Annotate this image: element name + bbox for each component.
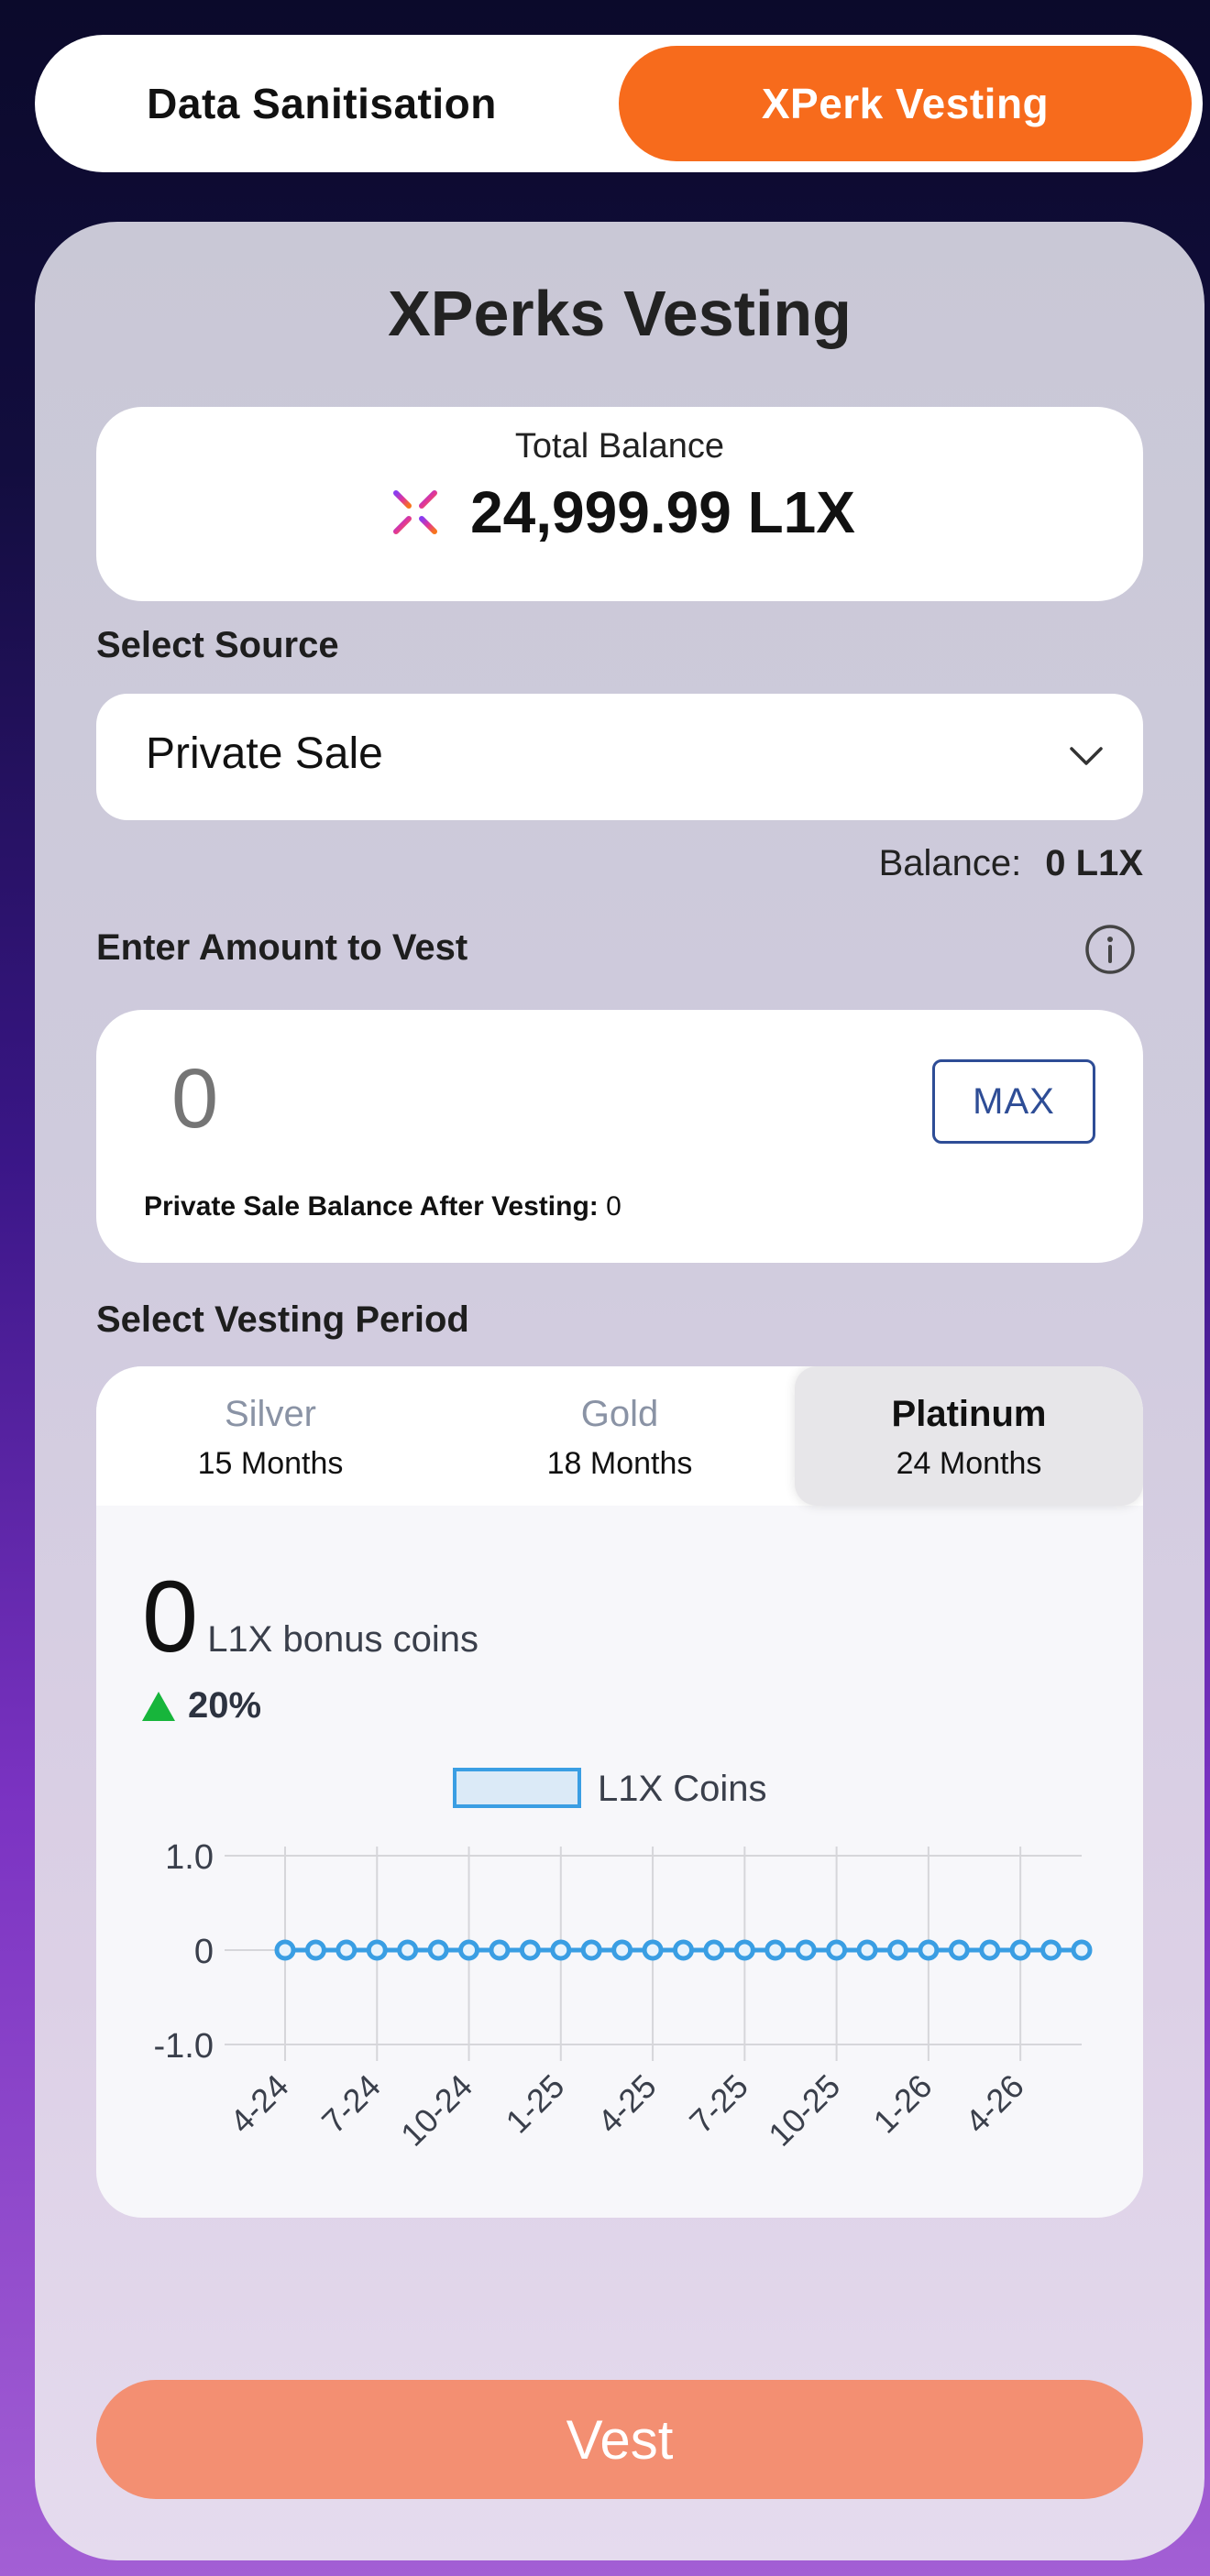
data-point (427, 1939, 449, 1961)
data-point (733, 1939, 755, 1961)
data-point (948, 1939, 970, 1961)
source-select[interactable]: Private Sale (96, 694, 1143, 820)
data-point (611, 1939, 633, 1961)
data-point (550, 1939, 572, 1961)
data-point (1009, 1939, 1031, 1961)
max-button[interactable]: MAX (932, 1059, 1095, 1144)
data-point (795, 1939, 817, 1961)
data-point (366, 1939, 388, 1961)
legend-label: L1X Coins (598, 1769, 767, 1809)
x-tick-label: 4-25 (590, 2067, 664, 2141)
data-point (1071, 1939, 1093, 1961)
x-tick-label: 7-24 (314, 2067, 388, 2141)
source-select-value: Private Sale (146, 729, 383, 778)
x-tick-label: 1-26 (866, 2067, 940, 2141)
data-point (580, 1939, 602, 1961)
y-tick-label: 0 (194, 1933, 214, 1971)
chevron-down-icon (1070, 747, 1103, 765)
enter-amount-label: Enter Amount to Vest (96, 927, 468, 968)
data-point (1040, 1939, 1062, 1961)
data-point (673, 1939, 694, 1961)
vest-button[interactable]: Vest (96, 2380, 1143, 2499)
select-source-label: Select Source (96, 625, 339, 665)
info-icon[interactable] (1084, 923, 1137, 976)
data-point (397, 1939, 419, 1961)
data-point (642, 1939, 664, 1961)
data-point (458, 1939, 480, 1961)
total-balance-value: 24,999.99 L1X (470, 479, 855, 545)
data-point (826, 1939, 848, 1961)
tab-xperk-vesting[interactable]: XPerk Vesting (619, 46, 1192, 161)
tab-data-sanitisation[interactable]: Data Sanitisation (46, 46, 598, 161)
data-point (886, 1939, 908, 1961)
y-tick-label: -1.0 (154, 2027, 214, 2066)
x-tick-label: 4-26 (958, 2067, 1031, 2141)
data-point (304, 1939, 326, 1961)
total-balance-box: Total Balance 24,999.99 L1X (96, 407, 1143, 601)
x-tick-label: 10-25 (761, 2067, 847, 2154)
data-point (979, 1939, 1001, 1961)
x-tick-label: 7-25 (682, 2067, 755, 2141)
data-point (519, 1939, 541, 1961)
data-point (918, 1939, 940, 1961)
total-balance-label: Total Balance (514, 427, 725, 466)
data-point (856, 1939, 878, 1961)
legend-swatch (453, 1768, 581, 1808)
source-balance-label: Balance: (878, 843, 1022, 883)
after-vesting-label: Private Sale Balance After Vesting: (144, 1191, 599, 1222)
view-toggle: Data Sanitisation XPerk Vesting (35, 35, 1203, 172)
y-tick-label: 1.0 (165, 1838, 214, 1877)
x-tick-label: 1-25 (499, 2067, 572, 2141)
data-point (703, 1939, 725, 1961)
source-balance-value: 0 L1X (1045, 843, 1143, 883)
data-point (764, 1939, 786, 1961)
source-balance: Balance: 0 L1X (879, 843, 1143, 884)
amount-input[interactable] (171, 1048, 538, 1149)
l1x-logo-icon (385, 482, 446, 543)
vesting-period-box: Silver 15 Months Gold 18 Months Platinum… (96, 1366, 1143, 2218)
after-vesting-value: 0 (606, 1191, 622, 1222)
data-point (489, 1939, 511, 1961)
data-point (336, 1939, 358, 1961)
x-tick-label: 4-24 (223, 2067, 296, 2141)
after-vesting-text: Private Sale Balance After Vesting: 0 (144, 1191, 622, 1222)
total-balance-row: 24,999.99 L1X (96, 478, 1143, 546)
data-point (274, 1939, 296, 1961)
vesting-chart: L1X Coins 1.0 0 -1.04-24 7-24 10-24 1-25 4-25 7-… (154, 1768, 1093, 2154)
amount-box: MAX Private Sale Balance After Vesting: … (96, 1010, 1143, 1263)
vesting-card: XPerks Vesting Total Balance 24,999.99 L… (35, 222, 1204, 2560)
vesting-period-label: Select Vesting Period (96, 1299, 469, 1340)
x-tick-label: 10-24 (393, 2067, 479, 2154)
page-title: XPerks Vesting (388, 278, 852, 349)
